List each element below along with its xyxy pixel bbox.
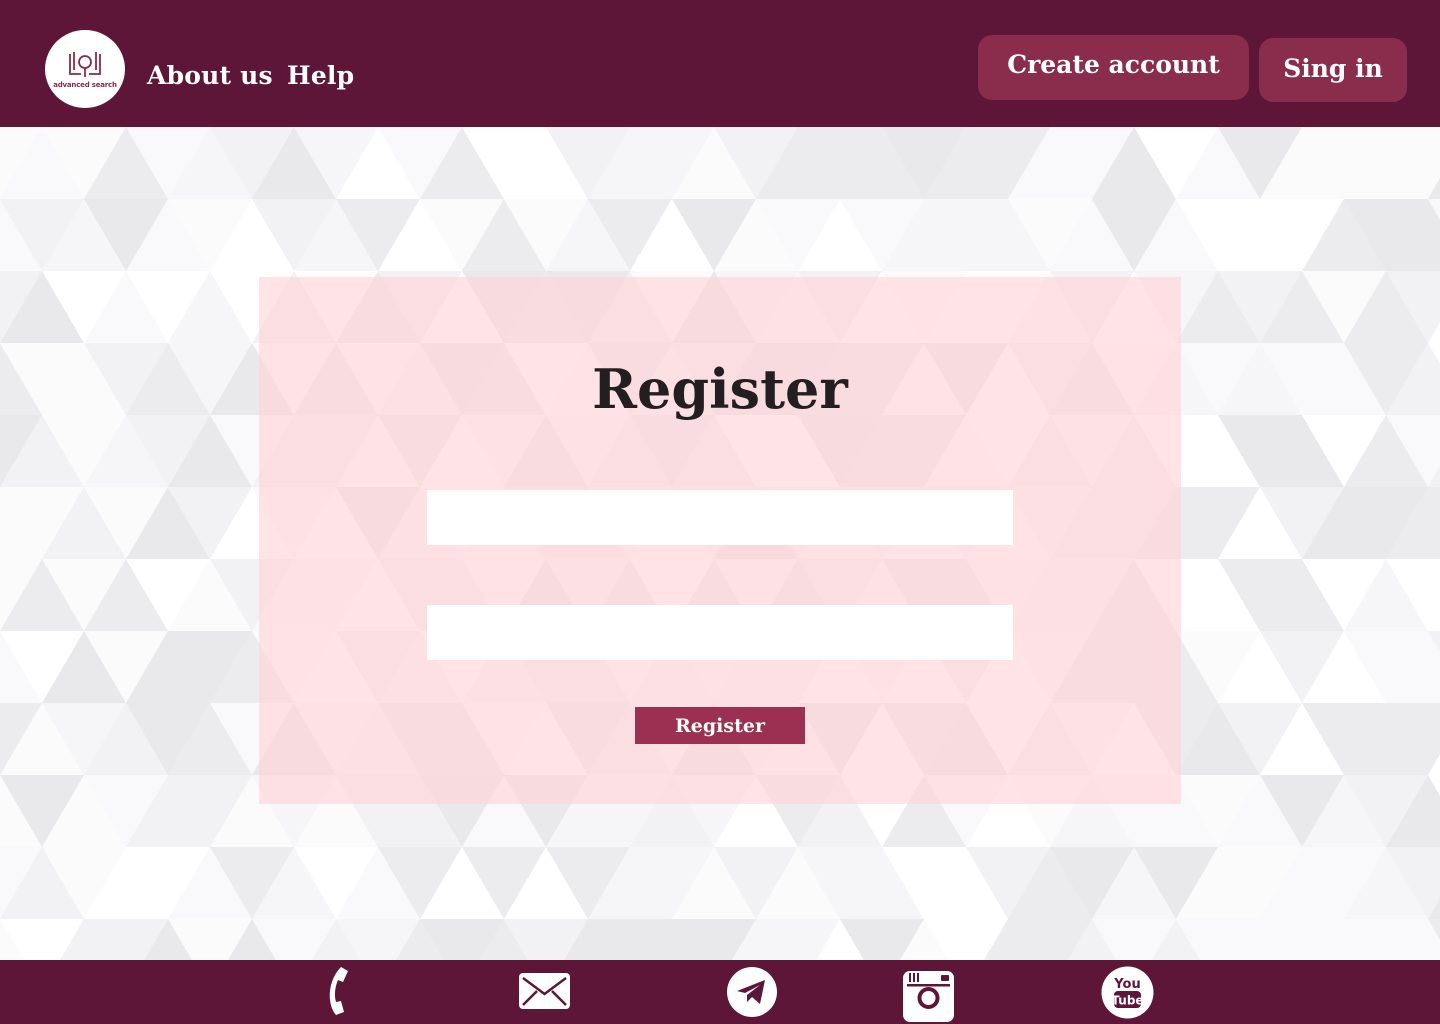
youtube-tube-text: Tube — [1111, 994, 1143, 1008]
telegram-icon[interactable] — [726, 966, 778, 1018]
nav-about-us[interactable]: About us — [147, 58, 273, 94]
youtube-you-text: You — [1113, 977, 1140, 992]
register-field-1[interactable] — [427, 490, 1013, 545]
register-submit-button[interactable]: Register — [635, 707, 805, 744]
youtube-icon[interactable]: You Tube — [1101, 966, 1154, 1019]
register-title: Register — [592, 357, 848, 421]
sign-in-button[interactable]: Sing in — [1259, 38, 1407, 102]
create-account-button[interactable]: Create account — [978, 35, 1249, 100]
footer: You Tube — [0, 960, 1440, 1024]
site-logo[interactable]: advanced search — [45, 30, 125, 108]
register-field-2[interactable] — [427, 605, 1013, 660]
book-search-logo-icon — [69, 51, 101, 77]
top-header: advanced search About us Help Create acc… — [0, 0, 1440, 127]
mail-icon[interactable] — [518, 972, 571, 1010]
nav-help[interactable]: Help — [287, 58, 354, 94]
instagram-icon[interactable] — [902, 970, 955, 1023]
phone-icon[interactable] — [322, 965, 352, 1017]
logo-text: advanced search — [53, 80, 117, 89]
